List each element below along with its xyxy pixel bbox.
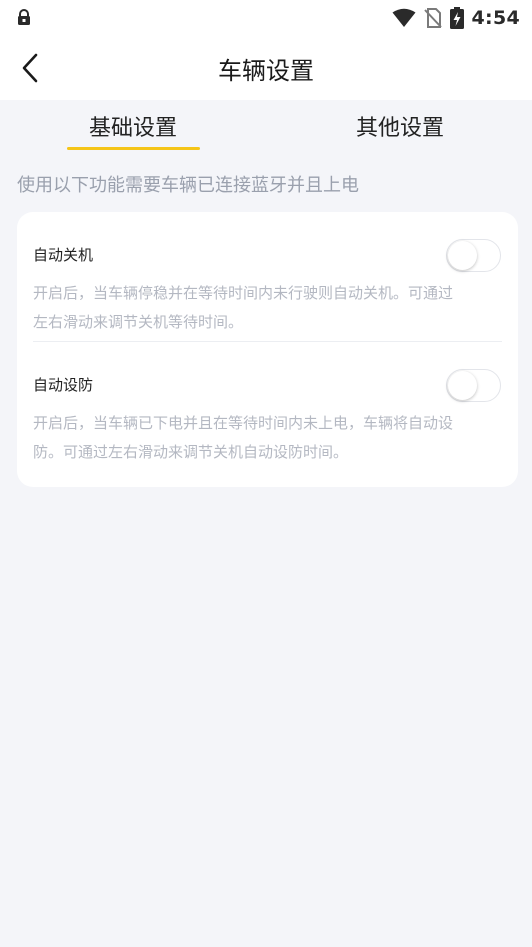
tab-bar: 基础设置 其他设置 (0, 100, 532, 154)
divider (33, 341, 502, 342)
setting-description: 开启后，当车辆已下电并且在等待时间内未上电，车辆将自动设 防。可通过左右滑动来调… (33, 409, 503, 467)
status-time: 4:54 (471, 7, 520, 29)
lock-icon (18, 9, 30, 25)
desc-line: 开启后，当车辆已下电并且在等待时间内未上电，车辆将自动设 (33, 414, 454, 432)
desc-line: 左右滑动来调节关机等待时间。 (33, 313, 244, 331)
active-tab-indicator (67, 147, 200, 150)
desc-line: 防。可通过左右滑动来调节关机自动设防时间。 (33, 443, 349, 461)
battery-charging-icon (449, 7, 464, 29)
toggle-knob (448, 371, 477, 400)
nav-bar: 车辆设置 (0, 36, 532, 100)
toggle-knob (448, 241, 477, 270)
setting-auto-shutdown: 自动关机 开启后，当车辆停稳并在等待时间内未行驶则自动关机。可通过 左右滑动来调… (33, 239, 503, 337)
tab-other-settings[interactable]: 其他设置 (300, 110, 500, 150)
status-bar: 4:54 (0, 0, 532, 36)
no-sim-icon (423, 8, 442, 28)
wifi-icon (392, 8, 416, 27)
settings-card: 自动关机 开启后，当车辆停稳并在等待时间内未行驶则自动关机。可通过 左右滑动来调… (17, 212, 518, 487)
setting-title: 自动关机 (33, 246, 94, 264)
tab-basic-settings[interactable]: 基础设置 (33, 110, 233, 150)
setting-title: 自动设防 (33, 376, 94, 394)
setting-description: 开启后，当车辆停稳并在等待时间内未行驶则自动关机。可通过 左右滑动来调节关机等待… (33, 279, 503, 337)
bluetooth-notice: 使用以下功能需要车辆已连接蓝牙并且上电 (17, 175, 359, 196)
setting-auto-arm: 自动设防 开启后，当车辆已下电并且在等待时间内未上电，车辆将自动设 防。可通过左… (33, 369, 503, 467)
desc-line: 开启后，当车辆停稳并在等待时间内未行驶则自动关机。可通过 (33, 284, 454, 302)
auto-arm-toggle[interactable] (446, 369, 501, 402)
page-title: 车辆设置 (218, 57, 314, 85)
auto-shutdown-toggle[interactable] (446, 239, 501, 272)
